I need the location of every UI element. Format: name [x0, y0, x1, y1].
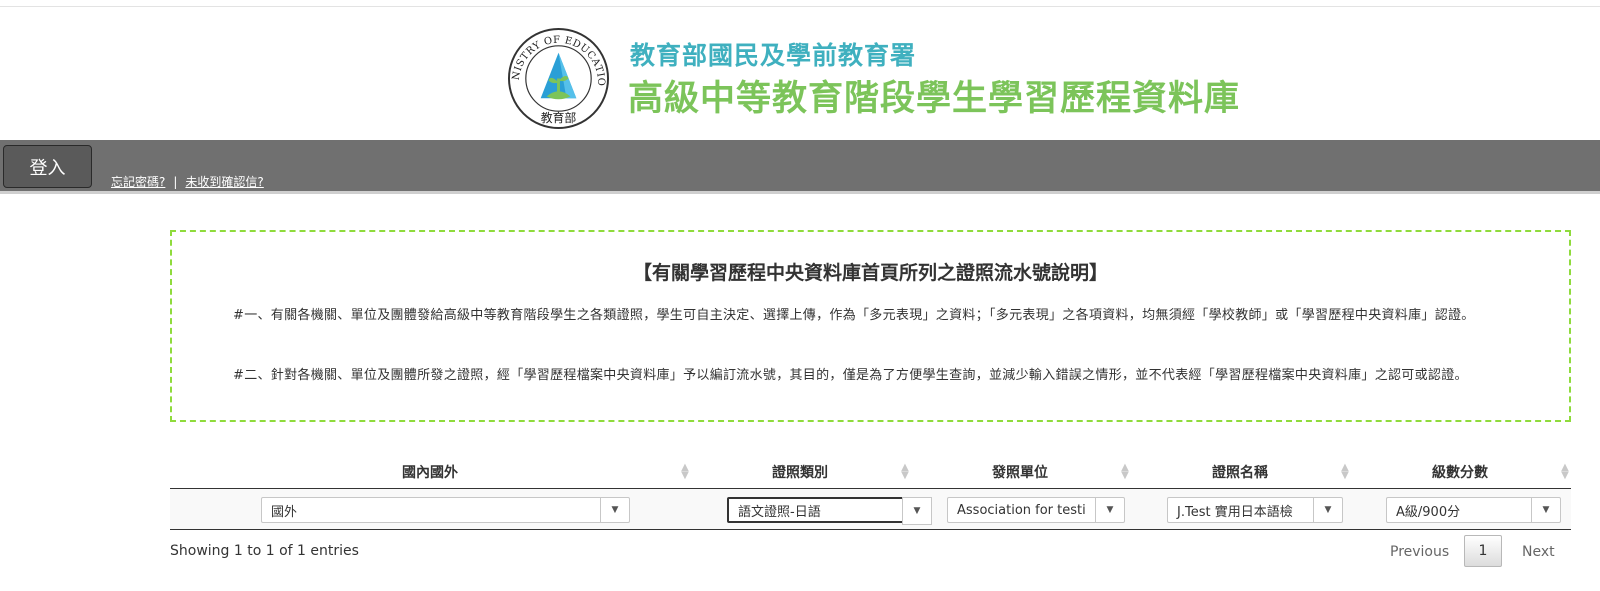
forgot-password-link[interactable]: 忘記密碼?	[111, 175, 165, 189]
svg-text:教育部: 教育部	[541, 111, 577, 125]
org-title: 教育部國民及學前教育署	[630, 41, 917, 70]
certificate-table: 國內國外 ▲ ▼ 證照類別 ▲ ▼ 發照單位 ▲ ▼ 證照名稱 ▲ ▼ 級數分數 ▲ ▼ …	[170, 455, 1571, 530]
column-header-level-score[interactable]: 級數分數	[1350, 455, 1570, 488]
top-divider	[0, 6, 1600, 7]
certificate-name-select[interactable]: J.Test 實用日本語檢 ▼	[1167, 497, 1343, 523]
resend-confirmation-link[interactable]: 未收到確認信?	[185, 175, 263, 189]
next-page-button[interactable]: Next	[1522, 544, 1555, 560]
level-score-select[interactable]: A級/900分 ▼	[1386, 497, 1561, 523]
select-value: 國外	[271, 504, 298, 520]
chevron-down-icon[interactable]: ▼	[600, 498, 629, 522]
nav-links: 忘記密碼? | 未收到確認信?	[111, 173, 264, 190]
notice-paragraph-1: #一、有關各機關、單位及團體發給高級中等教育階段學生之各類證照，學生可自主決定、…	[233, 308, 1475, 323]
table-info: Showing 1 to 1 of 1 entries	[170, 543, 359, 559]
notice-title: 【有關學習歷程中央資料庫首頁所列之證照流水號說明】	[632, 262, 1108, 284]
column-header-domestic-foreign[interactable]: 國內國外	[170, 455, 690, 488]
chevron-down-icon[interactable]: ▼	[902, 497, 932, 525]
category-select[interactable]: 語文證照-日語 ▼	[727, 497, 932, 525]
column-header-label: 證照名稱	[1212, 464, 1268, 481]
sort-icon[interactable]: ▲ ▼	[1560, 463, 1570, 481]
nav-bar: 登入 忘記密碼? | 未收到確認信?	[0, 140, 1600, 194]
sort-icon[interactable]: ▲ ▼	[1340, 463, 1350, 481]
table-row: 國外 ▼ 語文證照-日語 ▼ Association for testi ▼ J…	[170, 489, 1571, 530]
chevron-down-icon[interactable]: ▼	[1531, 498, 1560, 522]
sort-icon[interactable]: ▲ ▼	[680, 463, 690, 481]
sort-icon[interactable]: ▲ ▼	[900, 463, 910, 481]
table-header: 國內國外 ▲ ▼ 證照類別 ▲ ▼ 發照單位 ▲ ▼ 證照名稱 ▲ ▼ 級數分數 ▲ ▼	[170, 455, 1571, 489]
page-number-button[interactable]: 1	[1464, 535, 1502, 567]
select-value: Association for testi	[957, 502, 1086, 518]
column-header-label: 級數分數	[1432, 464, 1488, 481]
site-title: 高級中等教育階段學生學習歷程資料庫	[628, 79, 1241, 119]
column-header-label: 證照類別	[772, 464, 828, 481]
domestic-foreign-select[interactable]: 國外 ▼	[261, 497, 630, 523]
notice-box: 【有關學習歷程中央資料庫首頁所列之證照流水號說明】 #一、有關各機關、單位及團體…	[170, 230, 1571, 422]
nav-separator: |	[173, 175, 178, 189]
chevron-down-icon[interactable]: ▼	[1095, 498, 1124, 522]
column-header-label: 發照單位	[992, 464, 1048, 481]
column-header-category[interactable]: 證照類別	[690, 455, 910, 488]
previous-page-button[interactable]: Previous	[1390, 544, 1449, 560]
select-value: J.Test 實用日本語檢	[1177, 504, 1293, 520]
sort-icon[interactable]: ▲ ▼	[1120, 463, 1130, 481]
ministry-logo: MINISTRY OF EDUCATION 教育部	[507, 27, 610, 130]
column-header-certificate-name[interactable]: 證照名稱	[1130, 455, 1350, 488]
site-header: MINISTRY OF EDUCATION 教育部 教育部國民及學前教育署 高級…	[0, 10, 1600, 138]
column-header-issuer[interactable]: 發照單位	[910, 455, 1130, 488]
chevron-down-icon[interactable]: ▼	[1313, 498, 1342, 522]
issuer-select[interactable]: Association for testi ▼	[947, 497, 1125, 523]
select-value: 語文證照-日語	[738, 504, 821, 520]
login-button[interactable]: 登入	[3, 145, 92, 188]
notice-paragraph-2: #二、針對各機關、單位及團體所發之證照，經「學習歷程檔案中央資料庫」予以編訂流水…	[233, 368, 1468, 383]
column-header-label: 國內國外	[402, 464, 458, 481]
